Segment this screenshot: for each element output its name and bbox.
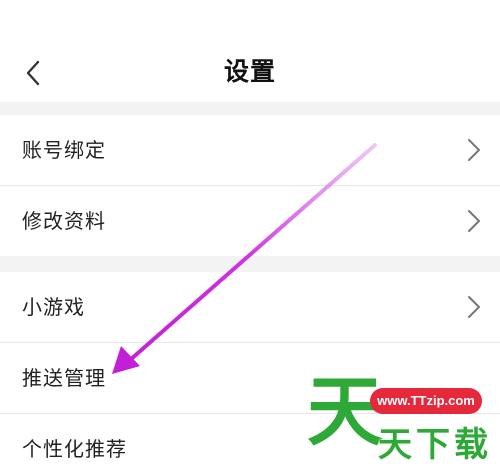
settings-item-label: 账号绑定 <box>22 138 106 162</box>
chevron-right-icon <box>468 210 480 232</box>
watermark-text: 天下载 <box>378 425 492 465</box>
settings-item-edit-profile[interactable]: 修改资料 <box>0 186 500 256</box>
page-title: 设置 <box>223 57 276 86</box>
settings-item-account-binding[interactable]: 账号绑定 <box>0 115 500 186</box>
settings-item-mini-games[interactable]: 小游戏 <box>0 272 500 343</box>
settings-item-label: 个性化推荐 <box>22 437 127 461</box>
chevron-right-icon <box>468 296 480 318</box>
settings-item-label: 小游戏 <box>22 295 85 319</box>
settings-group-account: 账号绑定 修改资料 <box>0 115 500 256</box>
top-bar: 设置 <box>0 0 500 102</box>
settings-item-label: 推送管理 <box>22 366 106 390</box>
watermark-url-badge: www.TTzip.com <box>370 388 482 414</box>
chevron-right-icon <box>468 139 480 161</box>
watermark-big-char: 天 <box>307 367 383 456</box>
settings-item-label: 修改资料 <box>22 209 106 233</box>
